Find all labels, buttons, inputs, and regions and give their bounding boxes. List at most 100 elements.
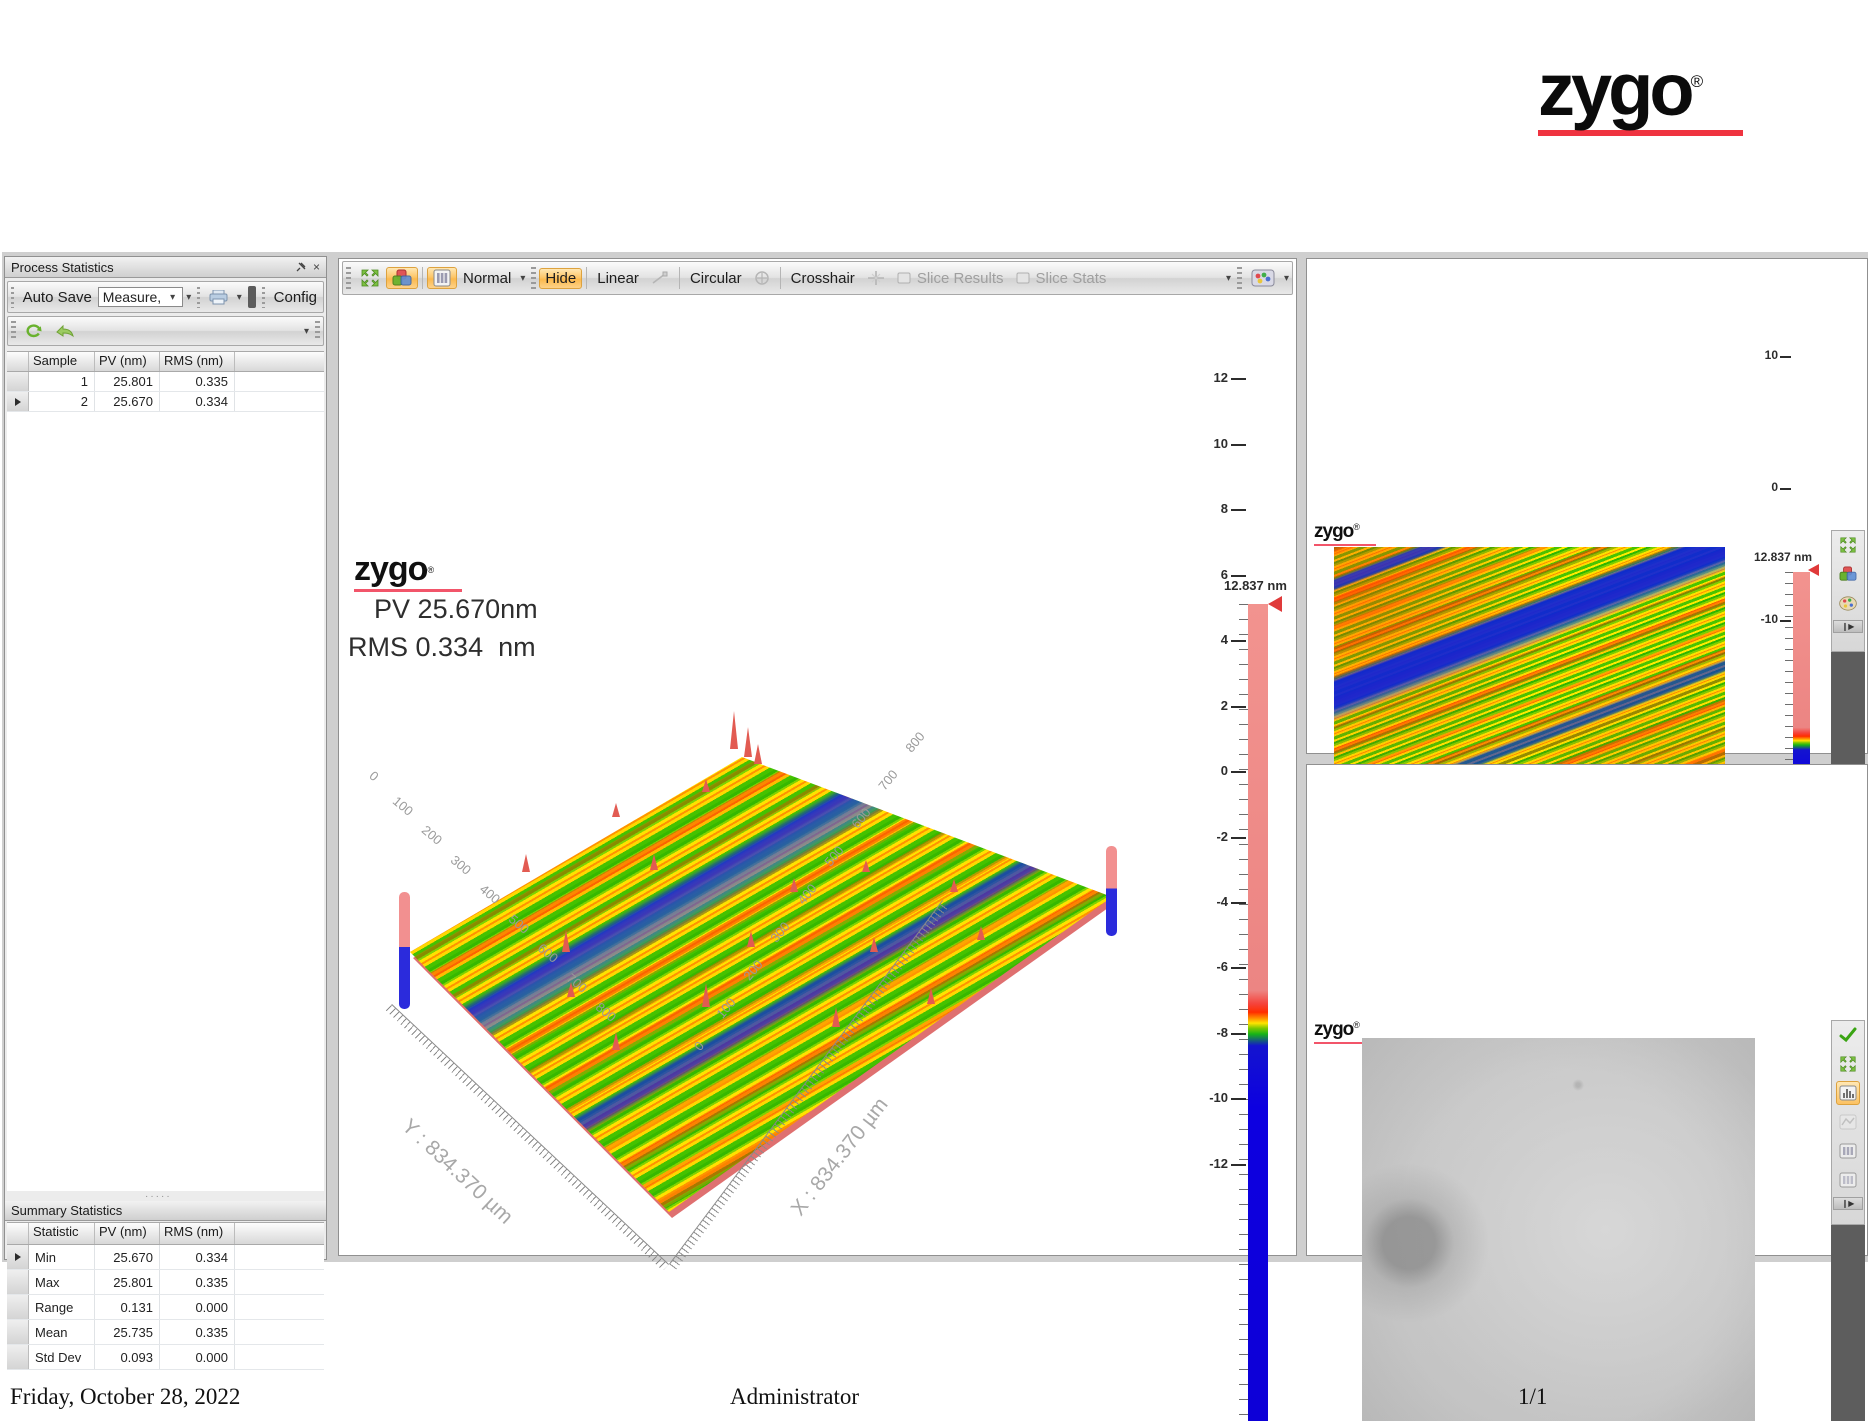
column-header[interactable]: RMS (nm)	[160, 1223, 235, 1244]
table-row[interactable]: Min25.6700.334	[7, 1245, 324, 1270]
table-row[interactable]: 125.8010.335	[7, 372, 324, 392]
map-colorbar-upper-marker[interactable]	[1808, 564, 1819, 576]
colorbar-major-tick	[1231, 706, 1246, 708]
collapse-strip-button[interactable]: ❙▶	[1833, 620, 1863, 633]
colorbar-tick-label: 12	[1188, 370, 1228, 385]
toolbar-grip[interactable]	[197, 287, 200, 308]
slice-stats-button[interactable]: Slice Stats	[1010, 268, 1113, 289]
table-row[interactable]: Max25.8010.335	[7, 1270, 324, 1295]
toolbar-grip[interactable]	[315, 321, 320, 341]
colorbar-tick-label: 4	[1188, 632, 1228, 647]
config-button[interactable]: Config	[268, 287, 323, 308]
intensity-image[interactable]	[1362, 1038, 1755, 1421]
colorbar-major-tick	[1231, 1098, 1246, 1100]
table-row[interactable]: Range0.1310.000	[7, 1295, 324, 1320]
summary-table-header[interactable]: Statistic PV (nm) RMS (nm)	[7, 1222, 324, 1245]
table-cell: 0.000	[160, 1345, 235, 1369]
table-cell: 25.735	[95, 1320, 160, 1344]
column-header[interactable]: PV (nm)	[95, 352, 160, 371]
accept-button[interactable]	[1836, 1023, 1860, 1047]
toolbar-grip[interactable]	[1237, 267, 1242, 289]
column-header[interactable]: Sample	[29, 352, 95, 371]
toolbar-overflow-icon[interactable]: ▾	[183, 292, 194, 303]
column-header[interactable]: RMS (nm)	[160, 352, 235, 371]
refresh-button[interactable]	[19, 321, 49, 341]
columns-view-button-2[interactable]	[1836, 1168, 1860, 1192]
table-row[interactable]: Mean25.7350.335	[7, 1320, 324, 1345]
toolbar-grip[interactable]	[11, 321, 16, 341]
toolbar-grip[interactable]	[11, 287, 14, 308]
row-selector[interactable]	[7, 1295, 29, 1319]
footer-date: Friday, October 28, 2022	[10, 1384, 240, 1410]
profile-view-button[interactable]	[1836, 1110, 1860, 1134]
surface-spike	[612, 803, 620, 817]
circular-slice-button[interactable]: Circular	[684, 268, 748, 289]
recall-button[interactable]	[49, 322, 81, 340]
table-row[interactable]: Std Dev0.0930.000	[7, 1345, 324, 1370]
columns-icon	[1839, 1143, 1857, 1159]
header-selector-cell	[7, 352, 29, 371]
hide-button[interactable]: Hide	[539, 268, 582, 289]
histogram-view-button[interactable]	[1836, 1081, 1860, 1105]
expand-arrows-icon	[1839, 536, 1857, 554]
checkmark-icon	[1838, 1027, 1858, 1043]
columns-icon	[1839, 1172, 1857, 1188]
toolbar-overflow-icon[interactable]: ▾	[301, 326, 312, 337]
rms-value: 0.334	[416, 632, 484, 662]
summary-statistics-titlebar[interactable]: Summary Statistics	[5, 1201, 326, 1221]
fit-view-button[interactable]	[354, 266, 386, 290]
fit-view-button[interactable]	[1836, 533, 1860, 557]
columns-view-button[interactable]	[427, 267, 457, 289]
solid-view-button[interactable]	[386, 267, 418, 289]
palette-options-icon[interactable]: ▾	[1281, 273, 1292, 284]
row-selector[interactable]	[7, 1345, 29, 1369]
row-selector[interactable]	[7, 1270, 29, 1294]
table-cell: 0.131	[95, 1295, 160, 1319]
toolbar-grip[interactable]	[262, 287, 265, 308]
pin-icon[interactable]	[295, 262, 306, 273]
toolbar-grip[interactable]	[346, 267, 351, 289]
process-statistics-titlebar[interactable]: Process Statistics ×	[5, 257, 326, 278]
map-zygo-logo: zygo®	[1314, 522, 1376, 546]
row-selector[interactable]	[7, 1320, 29, 1344]
panel-title: Process Statistics	[11, 260, 114, 275]
display-mode-select[interactable]: Normal	[457, 268, 517, 289]
surface-spike	[650, 854, 658, 870]
zygo-logo-text: zygo	[1538, 48, 1691, 131]
surface-spike	[927, 988, 935, 1004]
row-selector[interactable]	[7, 1245, 29, 1269]
measure-combo-value: Measure,	[103, 289, 161, 305]
column-header[interactable]: PV (nm)	[95, 1223, 160, 1244]
linear-slice-button[interactable]: Linear	[591, 268, 645, 289]
solid-view-button[interactable]	[1836, 562, 1860, 586]
footer-user: Administrator	[730, 1384, 859, 1410]
colorbar-gradient[interactable]	[1248, 604, 1268, 1421]
crosshair-slice-button[interactable]: Crosshair	[785, 268, 861, 289]
colorbar-major-tick	[1231, 640, 1246, 642]
print-options-icon[interactable]: ▾	[234, 292, 245, 303]
expand-arrows-icon	[1839, 1055, 1857, 1073]
process-table-header[interactable]: Sample PV (nm) RMS (nm)	[7, 351, 324, 372]
column-header[interactable]: Statistic	[29, 1223, 95, 1244]
process-table: Sample PV (nm) RMS (nm) 125.8010.335225.…	[7, 351, 324, 1191]
auto-save-button[interactable]: Auto Save	[17, 287, 98, 308]
palette-button[interactable]	[1836, 591, 1860, 615]
fit-view-button[interactable]	[1836, 1052, 1860, 1076]
row-selector[interactable]	[7, 392, 29, 411]
table-cell-filler	[235, 1245, 324, 1269]
collapse-strip-button[interactable]: ❙▶	[1833, 1197, 1863, 1210]
close-icon[interactable]: ×	[313, 260, 320, 274]
print-button[interactable]	[203, 288, 234, 307]
row-selector[interactable]	[7, 372, 29, 391]
table-row[interactable]: 225.6700.334	[7, 392, 324, 412]
palette-button[interactable]	[1245, 266, 1281, 290]
toolbar-overflow-icon[interactable]: ▾	[1223, 273, 1234, 284]
measure-combo[interactable]: Measure, ▾	[98, 287, 183, 307]
slice-results-button[interactable]: Slice Results	[891, 268, 1010, 289]
columns-view-button[interactable]	[1836, 1139, 1860, 1163]
toolbar-grip[interactable]	[531, 267, 536, 289]
chevron-down-icon[interactable]: ▾	[517, 273, 528, 284]
process-statistics-panel: Process Statistics × Auto Save Measure, …	[4, 256, 327, 1260]
selected-row-arrow	[15, 1253, 21, 1261]
colorbar-upper-limit-marker[interactable]	[1268, 596, 1282, 612]
